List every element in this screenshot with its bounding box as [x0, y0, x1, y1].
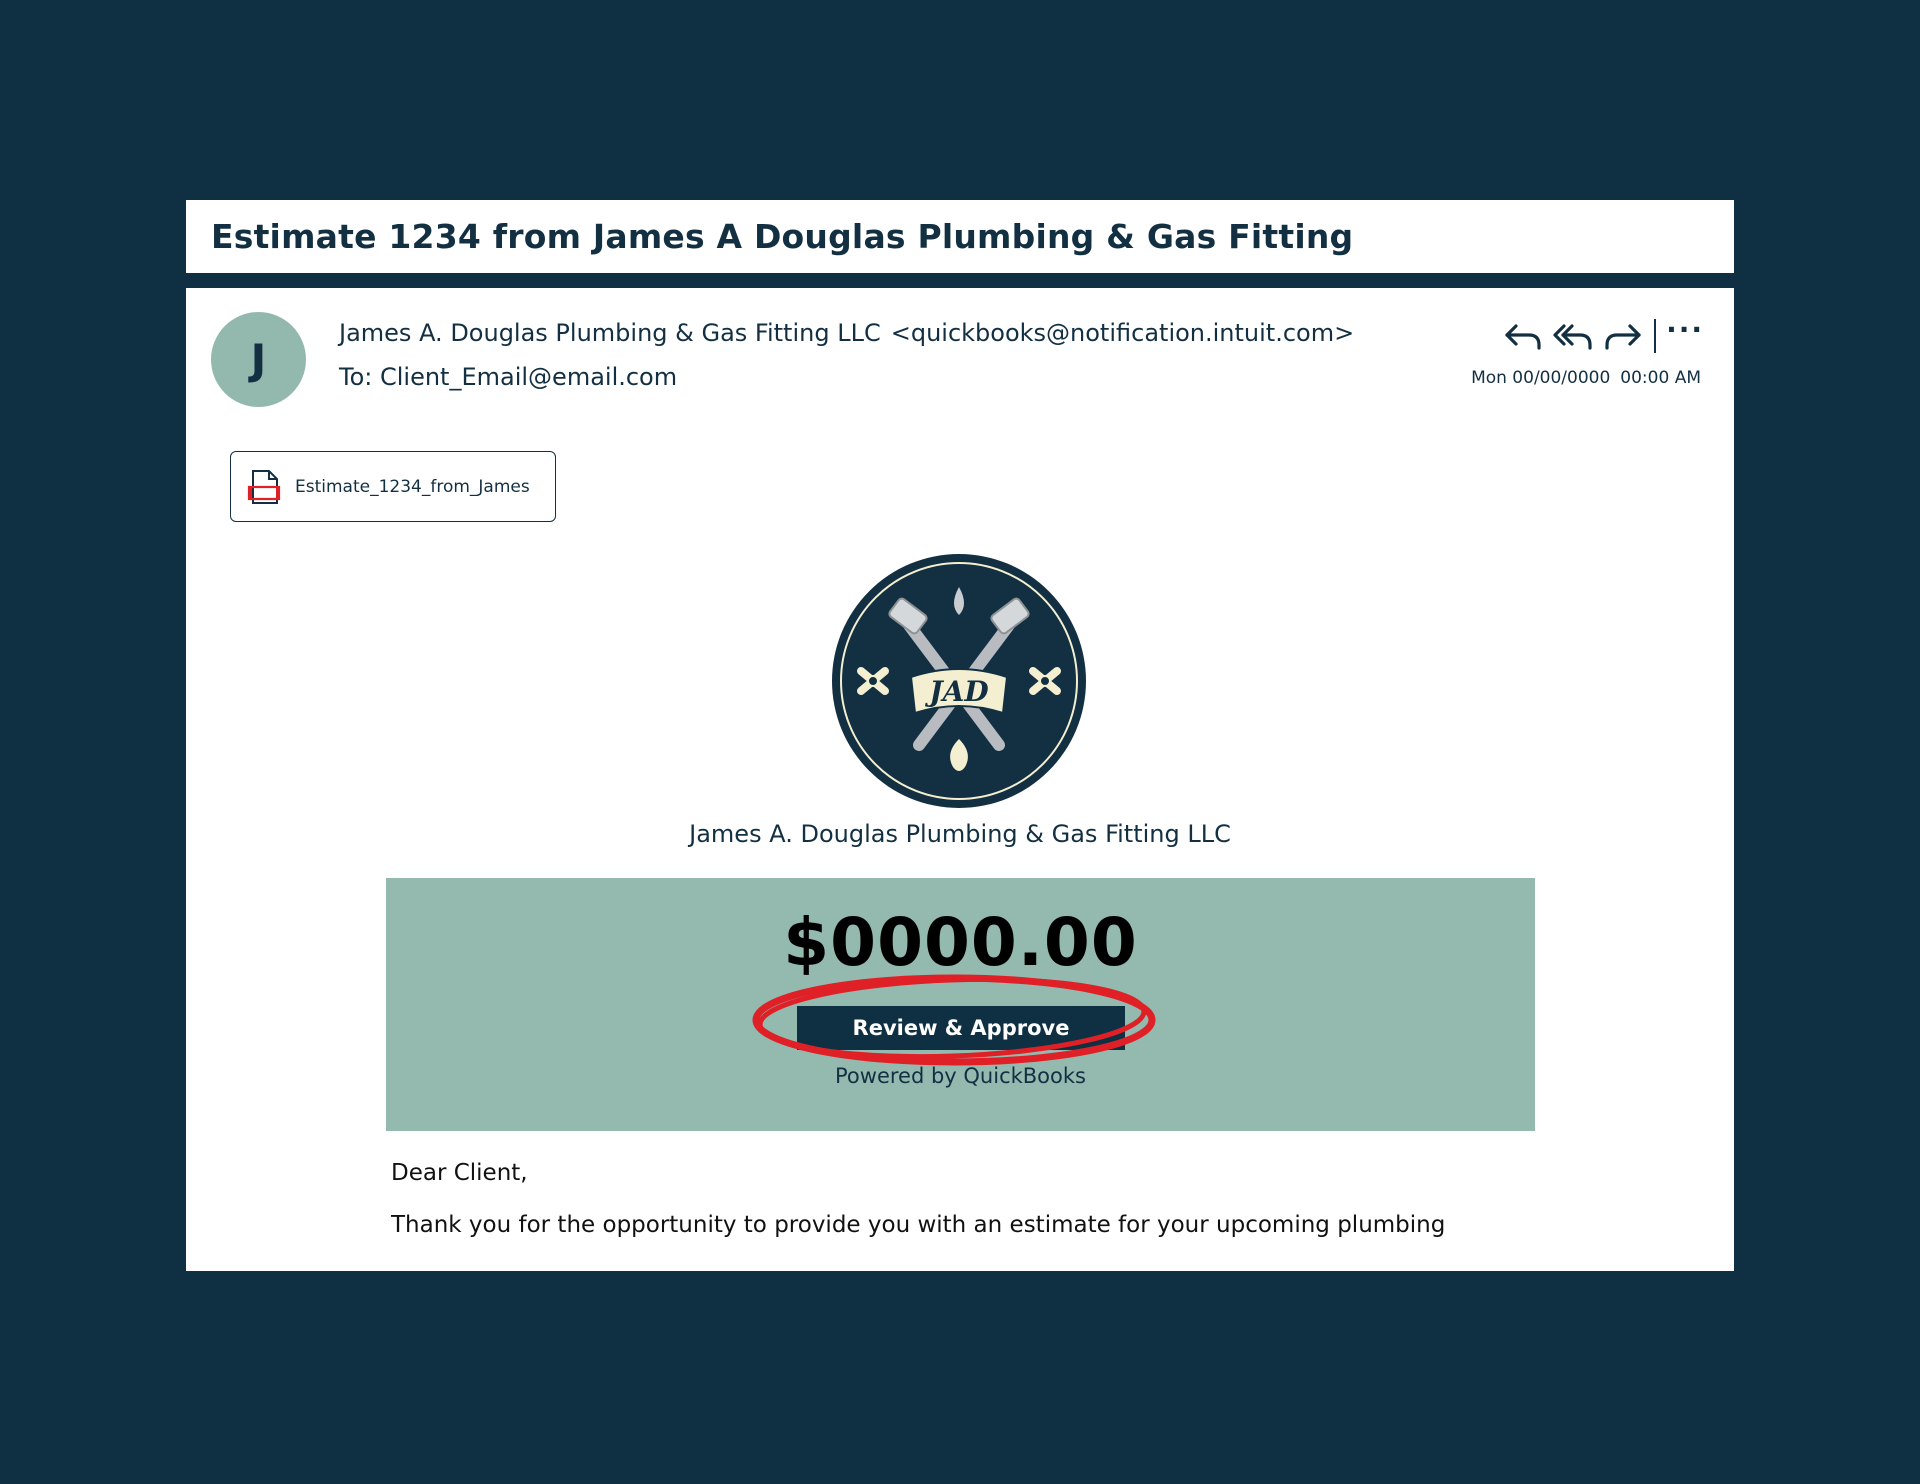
company-name: James A. Douglas Plumbing & Gas Fitting … [689, 820, 1231, 848]
sender-email[interactable]: <quickbooks@notification.intuit.com> [891, 319, 1355, 347]
email-greeting: Dear Client, [391, 1160, 528, 1186]
recipient-line: To: Client_Email@email.com [339, 363, 678, 391]
reply-icon [1505, 324, 1541, 350]
review-approve-button[interactable]: Review & Approve [797, 1006, 1125, 1050]
reply-all-button[interactable] [1548, 316, 1598, 356]
email-message: J James A. Douglas Plumbing & Gas Fittin… [186, 288, 1734, 1271]
forward-icon [1605, 324, 1641, 350]
powered-by-label: Powered by QuickBooks [835, 1064, 1086, 1088]
svg-text:JAD: JAD [924, 675, 989, 708]
sender-name[interactable]: James A. Douglas Plumbing & Gas Fitting … [339, 319, 881, 347]
avatar-initial: J [250, 335, 267, 384]
email-body-text: Thank you for the opportunity to provide… [391, 1212, 1446, 1238]
message-time: 00:00 AM [1620, 368, 1701, 388]
email-subject: Estimate 1234 from James A Douglas Plumb… [211, 217, 1354, 256]
pdf-file-icon [247, 469, 281, 504]
subject-bar: Estimate 1234 from James A Douglas Plumb… [186, 200, 1734, 273]
sender-avatar: J [211, 312, 306, 407]
reply-all-icon [1553, 324, 1592, 350]
estimate-amount: $0000.00 [783, 904, 1138, 981]
from-line: James A. Douglas Plumbing & Gas Fitting … [339, 319, 1354, 347]
message-actions: ··· [1498, 316, 1704, 356]
actions-divider [1654, 319, 1657, 353]
estimate-banner: $0000.00 Powered by QuickBooks Review & … [386, 878, 1535, 1131]
attachment-chip[interactable]: Estimate_1234_from_James [230, 451, 556, 522]
forward-button[interactable] [1598, 316, 1648, 356]
message-timestamp: Mon 00/00/0000 00:00 AM [1471, 368, 1701, 388]
reply-button[interactable] [1498, 316, 1548, 356]
attachment-filename: Estimate_1234_from_James [295, 476, 530, 497]
more-options-button[interactable]: ··· [1666, 316, 1704, 352]
message-date: Mon 00/00/0000 [1471, 368, 1611, 388]
company-logo: JAD [832, 554, 1086, 808]
